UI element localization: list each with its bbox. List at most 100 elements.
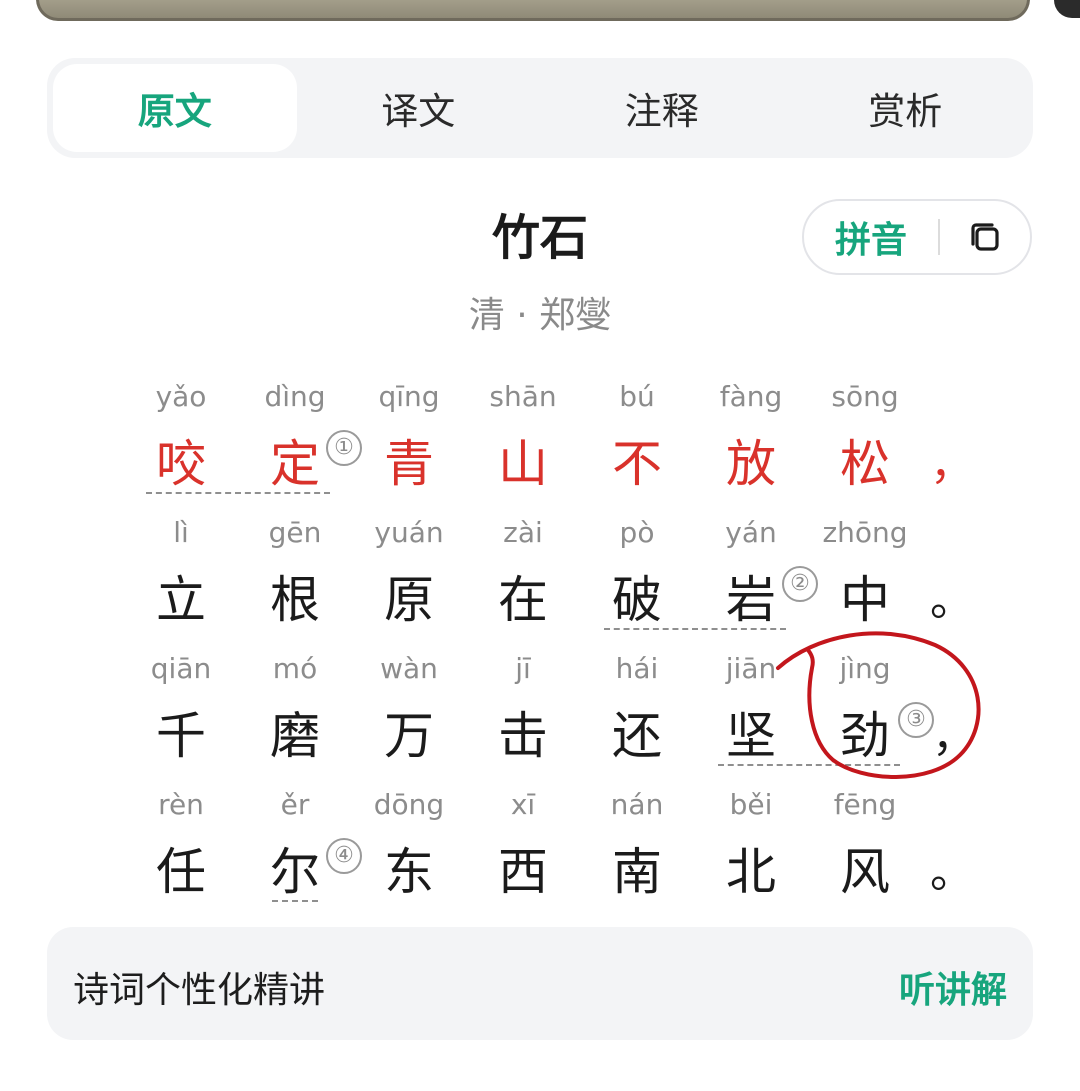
pinyin: sōng	[831, 380, 899, 413]
pinyin-toggle-button[interactable]: 拼音	[804, 211, 938, 263]
hanzi: 西	[498, 843, 548, 901]
annotated-underline	[604, 628, 786, 630]
pinyin: nán	[610, 788, 664, 821]
pinyin: qīng	[378, 380, 440, 413]
poem-char[interactable]: xī 西	[466, 788, 580, 918]
listen-explanation-button[interactable]: 听讲解	[899, 961, 1007, 1013]
pinyin: jiān	[725, 652, 777, 685]
hanzi: 放	[726, 435, 776, 493]
pinyin: ěr	[280, 788, 310, 821]
hanzi: 山	[498, 435, 548, 493]
poem-char[interactable]: zài 在	[466, 516, 580, 646]
hanzi: 根	[270, 571, 320, 629]
hanzi: 南	[612, 843, 662, 901]
poem-char[interactable]: mó 磨	[238, 652, 352, 782]
poem-char[interactable]: gēn 根	[238, 516, 352, 646]
pinyin: fàng	[719, 380, 783, 413]
hanzi: 还	[612, 707, 662, 765]
pinyin: yán	[725, 516, 777, 549]
poem-char[interactable]: nán 南	[580, 788, 694, 918]
pinyin: mó	[272, 652, 318, 685]
pinyin: yuán	[374, 516, 444, 549]
hanzi: 中	[840, 571, 890, 629]
hanzi: 任	[156, 843, 206, 901]
annotated-underline	[272, 900, 318, 902]
copy-button[interactable]	[940, 219, 1030, 255]
explain-title: 诗词个性化精讲	[73, 970, 326, 1011]
poem-char[interactable]: qiān 千	[124, 652, 238, 782]
punctuation: 。	[930, 575, 974, 626]
copy-icon	[971, 223, 999, 251]
hanzi: 北	[726, 843, 776, 901]
poem-char[interactable]: pò 破	[580, 516, 694, 646]
tab-notes[interactable]: 注释	[540, 64, 784, 152]
pinyin-copy-control: 拼音	[802, 199, 1032, 275]
poem-author: 清 · 郑燮	[468, 295, 612, 336]
hanzi: 在	[498, 571, 548, 629]
poem-char[interactable]: sōng 松	[808, 380, 922, 510]
hanzi: 松	[840, 435, 890, 493]
top-image-edge	[36, 0, 1030, 21]
hanzi: 击	[498, 707, 548, 765]
hanzi: 风	[840, 843, 890, 901]
explain-card: 诗词个性化精讲 听讲解	[47, 927, 1033, 1040]
poem-char[interactable]: wàn 万	[352, 652, 466, 782]
pinyin: lì	[173, 516, 189, 549]
hanzi: 万	[384, 707, 434, 765]
pinyin: běi	[729, 788, 773, 821]
punctuation: ，	[932, 711, 976, 762]
pinyin: zhōng	[822, 516, 908, 549]
top-right-edge	[1054, 0, 1080, 18]
poem-char[interactable]: qīng 青	[352, 380, 466, 510]
pinyin: rèn	[158, 788, 204, 821]
poem-char[interactable]: dōng 东	[352, 788, 466, 918]
pinyin: yǎo	[155, 380, 207, 413]
hanzi: 原	[384, 571, 434, 629]
annotated-underline	[146, 492, 330, 494]
pinyin: xī	[510, 788, 536, 821]
pinyin: bú	[619, 380, 655, 413]
pinyin: pò	[619, 516, 655, 549]
hanzi: 破	[612, 571, 662, 629]
poem-line-1: yǎo 咬 dìng 定 ① qīng 青 shān 山 bú 不 fàng 放…	[124, 380, 1004, 510]
hanzi: 坚	[726, 707, 776, 765]
pinyin: jī	[515, 652, 531, 685]
hanzi: 磨	[270, 707, 320, 765]
pinyin: fēng	[833, 788, 897, 821]
poem-char[interactable]: zhōng 中	[808, 516, 922, 646]
note-marker-3[interactable]: ③	[898, 702, 934, 738]
poem-char[interactable]: jī 击	[466, 652, 580, 782]
hanzi: 青	[384, 435, 434, 493]
pinyin: hái	[615, 652, 659, 685]
tab-original[interactable]: 原文	[53, 64, 297, 152]
annotated-underline	[718, 764, 900, 766]
poem-char[interactable]: hái 还	[580, 652, 694, 782]
poem-char[interactable]: yuán 原	[352, 516, 466, 646]
poem-line-2: lì 立 gēn 根 yuán 原 zài 在 pò 破 yán 岩 ② zhō…	[124, 516, 1004, 646]
tab-bar: 原文 译文 注释 赏析	[47, 58, 1033, 158]
poem-char[interactable]: běi 北	[694, 788, 808, 918]
poem-char[interactable]: shān 山	[466, 380, 580, 510]
poem-char[interactable]: bú 不	[580, 380, 694, 510]
poem-line-3: qiān 千 mó 磨 wàn 万 jī 击 hái 还 jiān 坚 jìng…	[124, 652, 1004, 782]
hanzi: 立	[156, 571, 206, 629]
hanzi: 咬	[156, 435, 206, 493]
pinyin: qiān	[150, 652, 212, 685]
pinyin: shān	[489, 380, 557, 413]
hanzi: 不	[612, 435, 662, 493]
poem-char[interactable]: rèn 任	[124, 788, 238, 918]
pinyin: dōng	[373, 788, 445, 821]
punctuation: ，	[930, 439, 974, 490]
pinyin: gēn	[268, 516, 322, 549]
poem-char[interactable]: fàng 放	[694, 380, 808, 510]
hanzi: 东	[384, 843, 434, 901]
pinyin: jìng	[839, 652, 891, 685]
poem-char[interactable]: lì 立	[124, 516, 238, 646]
pinyin: zài	[503, 516, 543, 549]
tab-appreciation[interactable]: 赏析	[784, 64, 1028, 152]
poem-char[interactable]: yǎo 咬	[124, 380, 238, 510]
tab-translation[interactable]: 译文	[297, 64, 541, 152]
poem-char[interactable]: fēng 风	[808, 788, 922, 918]
poem-char[interactable]: jiān 坚	[694, 652, 808, 782]
pinyin: wàn	[380, 652, 438, 685]
